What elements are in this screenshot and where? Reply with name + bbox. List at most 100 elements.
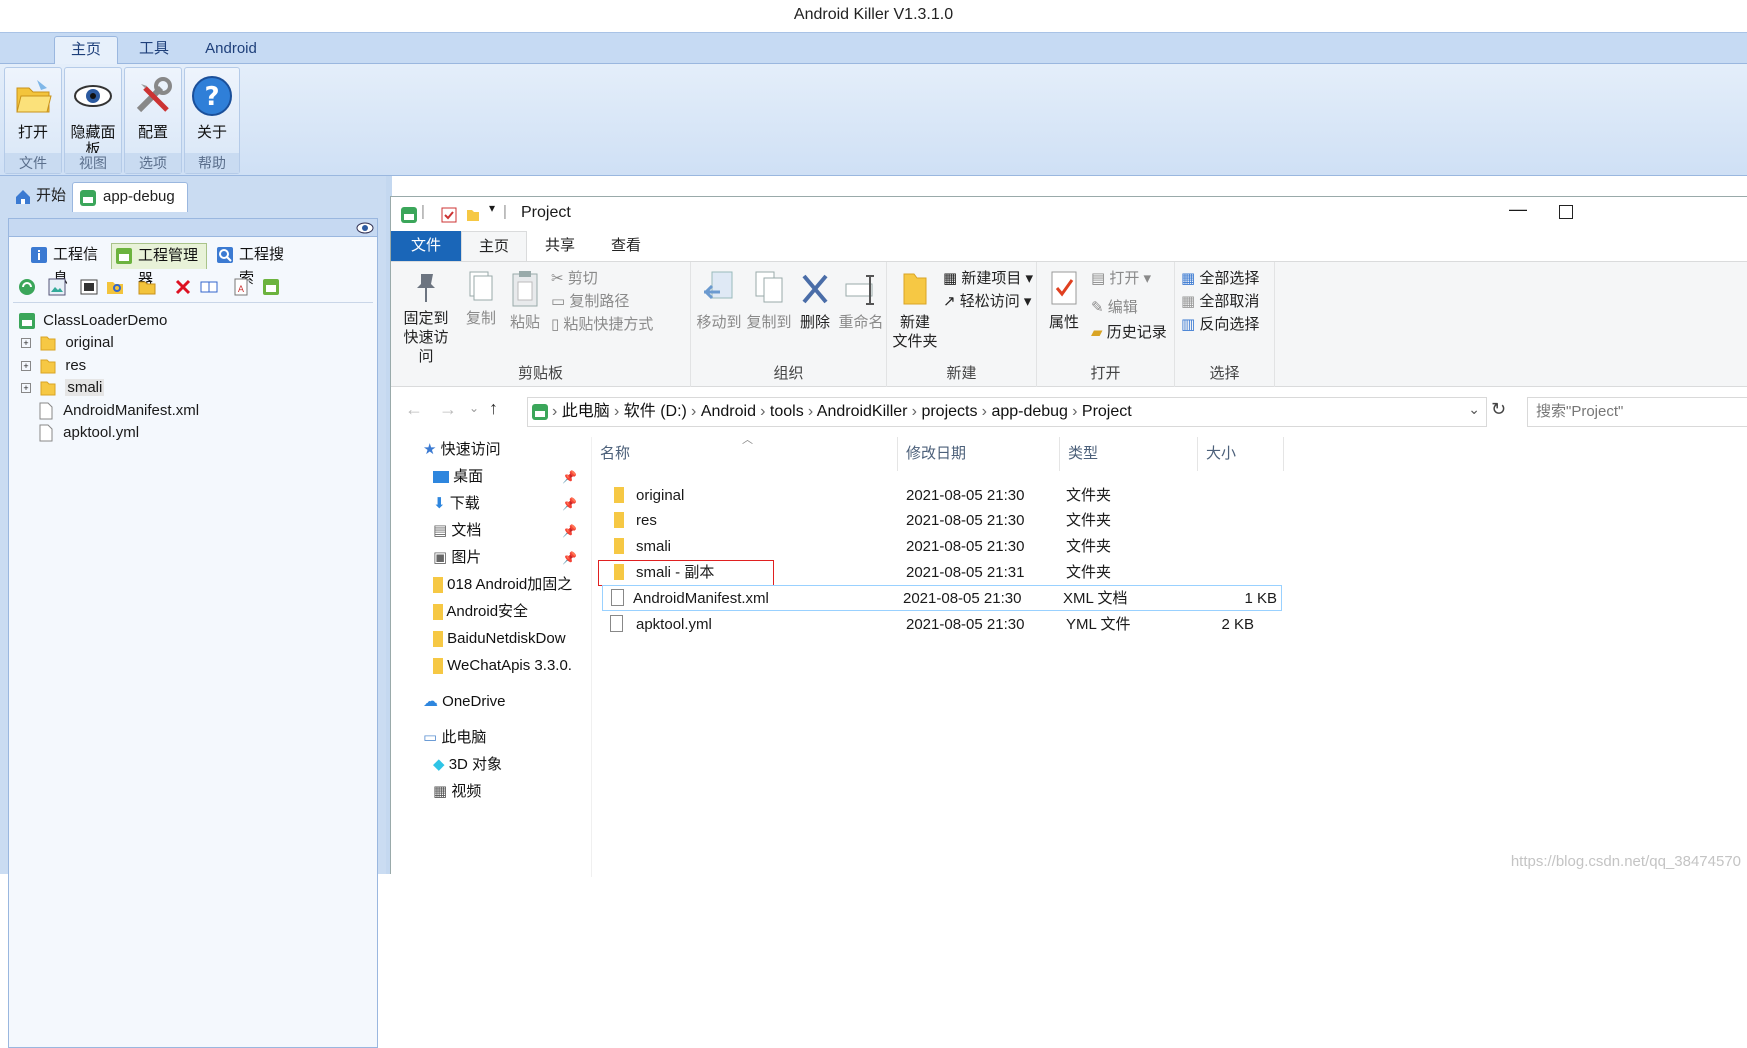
recent-dropdown-icon[interactable]: ⌄ [469,401,479,415]
minimize-icon[interactable]: — [1509,199,1527,220]
pin-icon[interactable]: 📌 [562,491,577,517]
folder-search-icon[interactable] [105,277,125,297]
nav-onedrive[interactable]: ☁ OneDrive [423,689,506,715]
nav-this-pc[interactable]: ▭ 此电脑 [423,725,486,751]
search-input[interactable]: 搜索"Project" [1527,397,1747,427]
properties-button[interactable]: 属性 [1041,270,1087,332]
move-to-button[interactable]: 移动到 [695,270,743,332]
tree-item-smali[interactable]: + smali [21,376,104,400]
pin-icon[interactable]: 📌 [562,545,577,571]
tab-project-search[interactable]: 工程搜索 [213,243,295,269]
breadcrumb-item[interactable]: projects [921,403,977,420]
tab-tools[interactable]: 工具 [126,36,182,65]
nav-item-folder[interactable]: WeChatApis 3.3.0. [433,653,589,679]
cut-button[interactable]: ✂ 剪切 [551,268,598,290]
nav-item-folder[interactable]: 018 Android加固之 [433,572,589,598]
column-size[interactable]: 大小 [1198,437,1284,471]
back-icon[interactable]: ← [405,399,423,420]
expand-icon[interactable]: + [21,338,31,348]
tree-item-apktool[interactable]: apktool.yml [39,421,139,445]
folder-icon[interactable] [137,277,157,297]
hide-panel-button[interactable]: 隐藏面 板 [65,70,121,158]
invert-selection-button[interactable]: ▥ 反向选择 [1181,314,1259,336]
tab-project-manager[interactable]: 工程管理器 [111,243,207,269]
new-item-button[interactable]: ▦ 新建项目 ▾ [943,268,1033,290]
copy-path-button[interactable]: ▭ 复制路径 [551,291,629,313]
column-date[interactable]: 修改日期 [898,437,1060,471]
rename-button[interactable]: 重命名 [837,270,885,332]
doc-tab-start[interactable]: 开始 [6,182,74,212]
new-folder-button[interactable]: 新建 文件夹 [891,270,939,351]
tab-home[interactable]: 主页 [461,231,527,261]
doc-tab-app-debug[interactable]: app-debug [72,182,188,212]
refresh-icon[interactable] [17,277,37,297]
nav-item-pictures[interactable]: ▣ 图片📌 [433,545,577,571]
up-icon[interactable]: ↑ [489,398,498,419]
nav-quick-access[interactable]: ★ 快速访问 [423,437,501,463]
properties-check-icon[interactable] [441,207,457,223]
select-none-button[interactable]: ▦ 全部取消 [1181,291,1259,313]
maximize-icon[interactable] [1559,205,1573,219]
tab-file[interactable]: 文件 [391,231,461,261]
nav-item-folder[interactable]: BaiduNetdiskDow [433,626,589,652]
nav-item-3d[interactable]: ◆ 3D 对象 [433,752,502,778]
refresh-icon[interactable]: ↻ [1491,399,1506,420]
file-row[interactable]: smali 2021-08-05 21:30 文件夹 [596,534,1262,560]
breadcrumb-item[interactable]: Project [1082,403,1132,420]
pin-quick-access-button[interactable]: 固定到 快速访问 [397,270,455,366]
paste-button[interactable]: 粘贴 [505,270,545,332]
file-row[interactable]: res 2021-08-05 21:30 文件夹 [596,508,1262,534]
tab-view[interactable]: 查看 [593,231,659,261]
nav-item-desktop[interactable]: 桌面📌 [433,464,577,490]
tree-item-res[interactable]: + res [21,354,86,378]
tab-android[interactable]: Android [194,36,268,65]
tree-item-original[interactable]: + original [21,331,114,355]
select-all-button[interactable]: ▦ 全部选择 [1181,268,1259,290]
split-icon[interactable] [199,277,219,297]
copy-button[interactable]: 复制 [461,270,501,328]
column-name[interactable]: 名称 [592,437,898,471]
open-button[interactable]: ▤ 打开 ▾ [1091,268,1151,290]
delete-icon[interactable] [173,277,193,297]
open-button[interactable]: 打开 [5,70,61,141]
column-type[interactable]: 类型 [1060,437,1198,471]
chevron-down-icon[interactable]: ⌄ [1468,401,1480,418]
file-row-focused[interactable]: AndroidManifest.xml 2021-08-05 21:30 XML… [602,585,1282,611]
config-button[interactable]: 配置 [125,70,181,141]
edit-button[interactable]: ✎ 编辑 [1091,297,1138,319]
tree-root[interactable]: ClassLoaderDemo [19,309,167,333]
paste-shortcut-button[interactable]: ▯ 粘贴快捷方式 [551,314,653,336]
android-build-icon[interactable] [261,277,281,297]
tab-project-info[interactable]: 工程信息 [27,243,107,269]
tab-home[interactable]: 主页 [54,36,118,65]
nav-item-downloads[interactable]: ⬇ 下载📌 [433,491,577,517]
text-file-icon[interactable]: A [231,277,251,297]
pin-icon[interactable]: 📌 [562,464,577,490]
history-button[interactable]: ▰ 历史记录 [1091,322,1167,344]
eye-icon[interactable] [355,220,375,236]
file-row[interactable]: smali - 副本 2021-08-05 21:31 文件夹 [596,560,1262,586]
file-row[interactable]: apktool.yml 2021-08-05 21:30 YML 文件 2 KB [596,612,1262,638]
expand-icon[interactable]: + [21,361,31,371]
window-icon[interactable] [79,277,99,297]
pin-icon[interactable]: 📌 [562,518,577,544]
tree-item-manifest[interactable]: AndroidManifest.xml [39,399,199,423]
nav-item-videos[interactable]: ▦ 视频 [433,779,481,805]
forward-icon[interactable]: → [439,399,457,420]
breadcrumb-item[interactable]: app-debug [991,403,1068,420]
nav-item-documents[interactable]: ▤ 文档📌 [433,518,577,544]
image-icon[interactable] [47,277,67,297]
easy-access-button[interactable]: ↗ 轻松访问 ▾ [943,291,1031,313]
file-row[interactable]: original 2021-08-05 21:30 文件夹 [596,483,1262,509]
breadcrumb-item[interactable]: tools [770,403,804,420]
breadcrumb-item[interactable]: 此电脑 [562,403,610,420]
delete-button[interactable]: 删除 [795,270,835,332]
copy-to-button[interactable]: 复制到 [745,270,793,332]
new-folder-icon[interactable] [465,207,481,223]
address-bar[interactable]: › 此电脑 › 软件 (D:) › Android › tools › Andr… [527,397,1487,427]
chevron-down-icon[interactable]: ▾ [489,201,495,215]
tab-share[interactable]: 共享 [527,231,593,261]
nav-item-folder[interactable]: Android安全 [433,599,589,625]
about-button[interactable]: ? 关于 [185,70,239,141]
breadcrumb-item[interactable]: 软件 (D:) [624,403,687,420]
